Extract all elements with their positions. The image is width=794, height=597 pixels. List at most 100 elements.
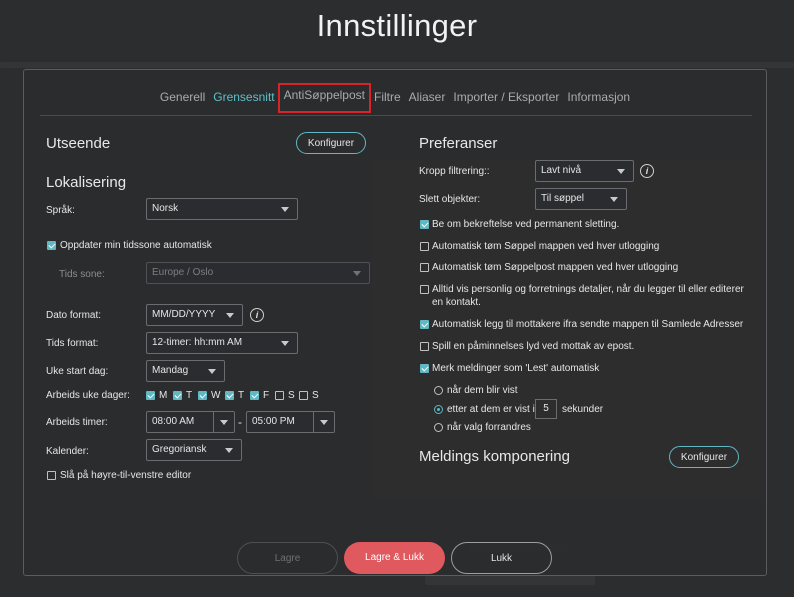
mark-read-label: Merk meldinger som 'Lest' automatisk [432,363,600,374]
tab-divider [40,115,752,116]
play-sound-label: Spill en påminnelses lyd ved mottak av e… [432,341,635,352]
workday-sunday-label: S [312,390,319,401]
time-format-select[interactable]: 12-timer: hh:mm AM [146,332,298,354]
work-hours-separator: - [238,415,242,429]
auto-timezone-checkbox[interactable] [47,241,56,250]
chevron-down-icon [320,420,328,425]
delete-objects-label: Slett objekter: [419,194,481,205]
workday-monday-label: M [159,390,168,401]
chevron-down-icon [225,448,233,453]
close-button[interactable]: Lukk [451,542,552,574]
week-start-value: Mandag [152,365,189,376]
appearance-configure-button[interactable]: Konfigurer [296,132,366,154]
compose-configure-button[interactable]: Konfigurer [669,446,739,468]
confirm-permanent-delete-checkbox[interactable] [420,220,429,229]
play-sound-checkbox[interactable] [420,342,429,351]
empty-trash-on-logout-label: Automatisk tøm Søppel mappen ved hver ut… [432,241,660,252]
info-icon[interactable]: i [250,308,264,322]
empty-spam-on-logout-label: Automatisk tøm Søppelpost mappen ved hve… [432,262,679,273]
auto-add-recipients-checkbox[interactable] [420,320,429,329]
tab-general[interactable]: Generell [160,88,205,108]
workday-tuesday-checkbox[interactable] [173,391,182,400]
settings-dialog: Generell Grensesnitt AntiSøppelpost Filt… [23,69,767,576]
chevron-down-icon [617,169,625,174]
week-start-select[interactable]: Mandag [146,360,225,382]
workday-thursday-checkbox[interactable] [225,391,234,400]
appearance-heading: Utseende [46,135,111,152]
workday-monday-checkbox[interactable] [146,391,155,400]
calendar-label: Kalender: [46,446,89,457]
workday-sunday-checkbox[interactable] [299,391,308,400]
mark-read-on-view-radio[interactable] [434,386,443,395]
delete-objects-select[interactable]: Til søppel [535,188,627,210]
chevron-down-icon [281,341,289,346]
page-title: Innstillinger [316,8,478,43]
date-format-label: Dato format: [46,310,102,321]
workday-wednesday-checkbox[interactable] [198,391,207,400]
info-icon[interactable]: i [640,164,654,178]
mark-read-on-selection-change-label: når valg forrandres [447,422,531,433]
preferences-heading: Preferanser [419,135,498,152]
time-format-label: Tids format: [46,338,99,349]
mark-read-after-seconds-radio[interactable] [434,405,443,414]
mark-read-on-view-label: når dem blir vist [447,385,518,396]
body-filter-value: Lavt nivå [541,165,582,176]
select-divider [313,412,314,432]
timezone-label: Tids sone: [59,269,105,280]
body-filter-label: Kropp filtrering:: [419,166,490,177]
date-format-value: MM/DD/YYYY [152,309,216,320]
work-end-select[interactable]: 05:00 PM [246,411,335,433]
auto-add-recipients-label: Automatisk legg til mottakere ifra sendt… [432,319,744,330]
timezone-value: Europe / Oslo [152,267,214,278]
select-divider [213,412,214,432]
date-format-select[interactable]: MM/DD/YYYY [146,304,243,326]
chevron-down-icon [353,271,361,276]
mark-read-checkbox[interactable] [420,364,429,373]
rtl-editor-checkbox[interactable] [47,471,56,480]
workdays-label: Arbeids uke dager: [46,390,130,401]
tab-interface[interactable]: Grensesnitt [213,88,274,108]
compose-heading: Meldings komponering [419,448,570,465]
tab-antispam[interactable]: AntiSøppelpost [277,83,372,113]
tab-import-export[interactable]: Importer / Eksporter [453,88,559,108]
time-format-value: 12-timer: hh:mm AM [152,337,243,348]
workday-friday-checkbox[interactable] [250,391,259,400]
workday-friday-label: F [263,390,270,401]
show-contact-details-label: Alltid vis personlig og forretnings deta… [432,284,744,308]
mark-read-seconds-input[interactable]: 5 [535,399,557,419]
tab-aliases[interactable]: Aliaser [409,88,446,108]
mark-read-on-selection-change-radio[interactable] [434,423,443,432]
workday-saturday-label: S [288,390,295,401]
auto-timezone-label: Oppdater min tidssone automatisk [60,240,212,251]
chevron-down-icon [226,313,234,318]
language-value: Norsk [152,203,179,214]
show-contact-details-checkbox[interactable] [420,285,429,294]
save-and-close-button[interactable]: Lagre & Lukk [344,542,445,574]
localization-heading: Lokalisering [46,174,127,191]
language-label: Språk: [46,205,75,216]
empty-spam-on-logout-checkbox[interactable] [420,263,429,272]
tab-filters[interactable]: Filtre [374,88,401,108]
chevron-down-icon [610,197,618,202]
calendar-select[interactable]: Gregoriansk [146,439,242,461]
workday-tuesday-label: T [186,390,193,401]
delete-objects-value: Til søppel [541,193,584,204]
work-start-select[interactable]: 08:00 AM [146,411,235,433]
mark-read-after-seconds-label: etter at dem er vist i [447,404,535,415]
save-button[interactable]: Lagre [237,542,338,574]
work-start-value: 08:00 AM [152,416,195,427]
workday-thursday-label: T [238,390,245,401]
work-end-value: 05:00 PM [252,416,295,427]
chevron-down-icon [208,369,216,374]
week-start-label: Uke start dag: [46,366,109,377]
calendar-value: Gregoriansk [152,444,207,455]
rtl-editor-label: Slå på høyre-til-venstre editor [60,470,192,481]
empty-trash-on-logout-checkbox[interactable] [420,242,429,251]
language-select[interactable]: Norsk [146,198,298,220]
tab-information[interactable]: Informasjon [567,88,630,108]
workday-saturday-checkbox[interactable] [275,391,284,400]
body-filter-select[interactable]: Lavt nivå [535,160,634,182]
timezone-select: Europe / Oslo [146,262,370,284]
chevron-down-icon [220,420,228,425]
tab-bar: Generell Grensesnitt AntiSøppelpost Filt… [24,83,766,113]
